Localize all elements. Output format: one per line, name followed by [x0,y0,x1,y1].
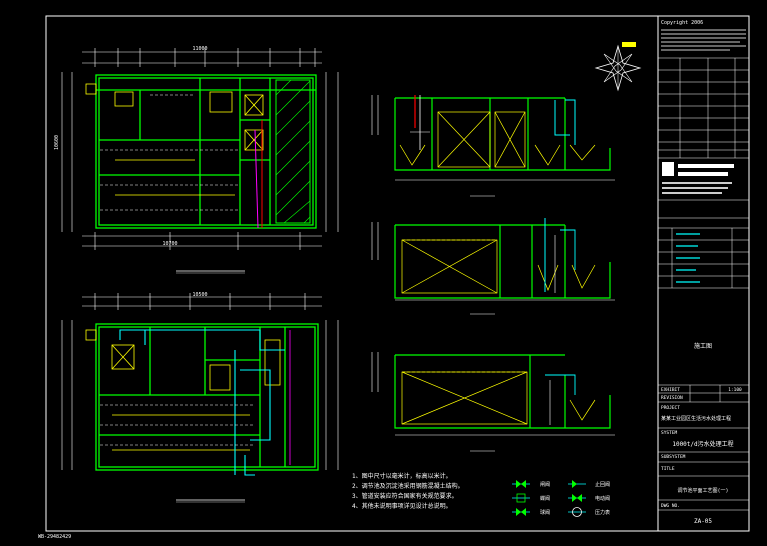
exhibit-label: EXHIBIT [661,387,680,393]
drawing-number: ZA-05 [694,518,712,525]
legend-label-6: 压力表 [595,509,610,516]
note-3: 3、管道安装应符合国家有关规范要求。 [352,492,458,500]
background [0,0,767,546]
cad-drawing-canvas: 11000 10700 10600 10500 1、图中尺寸以毫米计，标高以米计… [0,0,767,546]
legend-label-1: 闸阀 [540,481,550,488]
system-name: 1000t/d污水处理工程 [672,440,733,448]
legend-label-3: 蝶阀 [540,495,550,502]
stage-stamp: 施工图 [694,342,712,350]
system-header: SYSTEM [661,430,678,436]
note-4: 4、其他未说明事项详见设计总说明。 [352,502,452,510]
revision-label: REVISION [661,395,683,401]
drawing-title: 调节池平面工艺图(一) [677,487,728,494]
subsystem-header: SUBSYSTEM [661,454,686,460]
note-1: 1、图中尺寸以毫米计，标高以米计。 [352,472,452,480]
note-2: 2、调节池及沉淀池采用钢筋混凝土结构。 [352,482,464,490]
legend-label-5: 球阀 [540,509,550,516]
title-header: TITLE [661,466,675,472]
drawing-no-label: DWG NO. [661,503,680,509]
project-name: 某某工业园区生活污水处理工程 [661,415,731,422]
scale-value: 1:100 [728,387,742,393]
bottom-plan-dim-total: 10500 [192,292,207,298]
copyright-text: Copyright 2006 [661,20,703,26]
legend-label-2: 止回阀 [595,481,610,488]
project-header: PROJECT [661,405,680,411]
top-plan-dim-total-bottom: 10700 [162,241,177,247]
legend-label-4: 电动阀 [595,495,610,502]
top-plan-dim-total: 11000 [192,46,207,52]
top-plan-dim-left: 10600 [54,135,60,150]
status-text: WB-29482429 [38,534,71,540]
